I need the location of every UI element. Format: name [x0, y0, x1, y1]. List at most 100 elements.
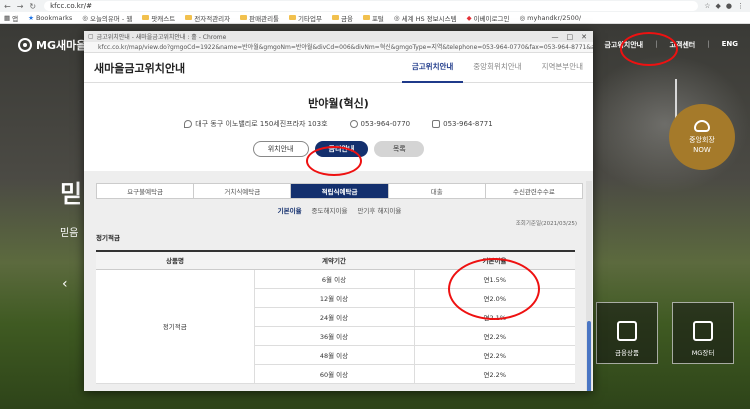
folder-icon — [185, 15, 193, 20]
nav-locations[interactable]: 금고위치안내 — [604, 40, 643, 50]
window-controls: — □ ✕ — [552, 33, 594, 41]
location-pin-icon — [184, 120, 193, 128]
close-icon[interactable]: ✕ — [581, 33, 587, 41]
mg-logo-icon — [18, 38, 32, 52]
branch-address: 대구 동구 이노밸리로 150세진프라자 103호 — [184, 119, 328, 129]
period-cell: 36월 이상 — [253, 326, 414, 346]
folder-icon — [240, 15, 248, 20]
tab-fees[interactable]: 수신관련수수료 — [486, 184, 582, 198]
period-cell: 60월 이상 — [253, 364, 414, 384]
tab-time-deposit[interactable]: 거치식예탁금 — [194, 184, 292, 198]
location-tabs: 금고위치안내 중앙회위치안내 지역본부안내 — [401, 53, 593, 83]
bookmark-item[interactable]: ◆ 이베이로그인 — [467, 13, 510, 23]
page-icon: ▢ — [88, 33, 94, 40]
bookmark-folder[interactable]: 금융 — [331, 13, 353, 23]
nav-separator: | — [707, 40, 710, 48]
tab-demand-deposit[interactable]: 요구불예탁금 — [97, 184, 195, 198]
extension-icon[interactable]: ◆ — [716, 2, 721, 10]
browser-nav: ← → ↻ — [0, 2, 36, 11]
carousel-prev-icon[interactable]: ‹ — [62, 276, 68, 292]
period-cell: 48월 이상 — [253, 345, 414, 365]
bookmark-folder[interactable]: 포털 — [362, 13, 384, 23]
phone-icon — [349, 120, 358, 128]
page-title: 새마을금고위치안내 — [94, 61, 186, 75]
nav-language[interactable]: ENG — [722, 40, 738, 50]
tab-installment-deposit[interactable]: 적립식예탁금 — [291, 184, 389, 198]
folder-icon — [362, 15, 370, 20]
minimize-icon[interactable]: — — [552, 33, 559, 41]
tab-post-maturity-rate[interactable]: 만기후 해지이율 — [357, 205, 401, 215]
branch-fax: 053-964-8771 — [432, 119, 493, 129]
rate-cell: 연1.5% — [413, 269, 575, 289]
bookmarks-bar: ▦ 앱 ★ Bookmarks ◎ 오늘의유머 - 웹 팟캐스트 전자적관리자 판매관… — [0, 12, 750, 24]
list-button[interactable]: 목록 — [374, 141, 425, 157]
section-label: 정기적금 — [96, 234, 120, 242]
bookmark-folder[interactable]: 기타업무 — [289, 13, 322, 23]
globe-icon: ◎ — [519, 13, 526, 22]
col-product: 상품명 — [96, 250, 254, 270]
globe-icon: ◎ — [82, 13, 88, 22]
bookmark-item[interactable]: ◎ 세계 HS 정보시스템 — [394, 13, 457, 23]
table-row: 정기적금 6월 이상 연1.5% — [96, 269, 575, 384]
period-cell: 12월 이상 — [253, 288, 414, 308]
tab-central-location[interactable]: 중앙회위치안내 — [463, 53, 531, 83]
branch-info: 대구 동구 이노밸리로 150세진프라자 103호 053-964-0770 0… — [84, 119, 593, 129]
rate-cell: 연2.0% — [413, 288, 575, 308]
cloud-icon — [694, 119, 710, 132]
menu-icon[interactable]: ⋮ — [737, 2, 744, 10]
star-icon[interactable]: ☆ — [704, 2, 710, 10]
rate-cell: 연2.2% — [413, 326, 575, 346]
tab-base-rate[interactable]: 기본이율 — [278, 205, 302, 215]
apps-icon: ▦ — [4, 13, 11, 22]
bookmark-item[interactable]: ★ Bookmarks — [28, 14, 72, 22]
popup-address-bar[interactable]: kfcc.co.kr/map/view.do?gmgoCd=1922&name=… — [84, 42, 593, 53]
address-bar[interactable]: kfcc.co.kr/# — [44, 1, 699, 11]
rates-panel: 요구불예탁금 거치식예탁금 적립식예탁금 대출 수신관련수수료 기본이율 중도해… — [84, 171, 593, 391]
nav-separator: | — [655, 40, 658, 48]
site-nav: 금고위치안내 | 고객센터 | ENG — [604, 40, 738, 50]
rate-cell: 연2.1% — [413, 307, 575, 327]
bookmark-item[interactable]: ◎ 오늘의유머 - 웹 — [82, 13, 132, 23]
period-cell: 6월 이상 — [253, 269, 414, 289]
browser-actions: ☆ ◆ ● ⋮ — [698, 2, 750, 10]
tab-branch-location[interactable]: 금고위치안내 — [401, 53, 464, 83]
rate-cell: 연2.2% — [413, 345, 575, 365]
folder-icon — [331, 15, 339, 20]
tile-financial-products[interactable]: 금융상품 — [596, 302, 658, 364]
period-cell: 24월 이상 — [253, 307, 414, 327]
folder-icon — [289, 15, 297, 20]
popup-window: ▢ 금고위치안내 - 새마을금고위치안내 : 홀 - Chrome — □ ✕ … — [84, 31, 593, 391]
maximize-icon[interactable]: □ — [567, 33, 574, 41]
bookmark-folder[interactable]: 판매관리툴 — [240, 13, 279, 23]
scrollbar-thumb[interactable] — [587, 321, 591, 391]
gift-icon — [617, 321, 637, 341]
product-tabs: 요구불예탁금 거치식예탁금 적립식예탁금 대출 수신관련수수료 — [96, 183, 583, 199]
location-info-button[interactable]: 위치안내 — [252, 141, 309, 157]
globe-icon: ◎ — [393, 13, 400, 22]
central-chairman-button[interactable]: 중앙회장 NOW — [669, 104, 735, 170]
bookmark-folder[interactable]: 전자적관리자 — [185, 13, 230, 23]
forward-icon[interactable]: → — [17, 2, 24, 11]
tab-loan[interactable]: 대출 — [389, 184, 486, 198]
branch-name: 반야월(혁신) — [308, 97, 369, 110]
back-icon[interactable]: ← — [4, 2, 11, 11]
bookmark-folder[interactable]: 팟캐스트 — [142, 13, 175, 23]
profile-icon[interactable]: ● — [726, 2, 732, 10]
star-icon: ★ — [28, 13, 34, 22]
tile-mg-market[interactable]: MG장터 — [672, 302, 734, 364]
rate-table: 상품명 계약기간 기본이율 정기적금 6월 이상 연1.5% 12월 이상 연2… — [96, 250, 575, 384]
product-name: 정기적금 — [96, 269, 254, 384]
folder-icon — [142, 15, 150, 20]
reload-icon[interactable]: ↻ — [29, 2, 36, 11]
bookmark-item[interactable]: ▦ 앱 — [4, 13, 18, 23]
popup-header: 새마을금고위치안내 금고위치안내 중앙회위치안내 지역본부안내 — [84, 53, 593, 83]
col-rate: 기본이율 — [414, 250, 575, 270]
hero-subtitle: 믿음 — [60, 228, 79, 239]
rate-cell: 연2.2% — [413, 364, 575, 384]
action-buttons: 위치안내 금리안내 목록 — [84, 141, 593, 157]
nav-customer-center[interactable]: 고객센터 — [669, 40, 695, 50]
tab-early-termination-rate[interactable]: 중도해지이율 — [312, 205, 348, 215]
tab-regional-office[interactable]: 지역본부안내 — [532, 53, 593, 83]
bookmark-item[interactable]: ◎ myhandkr/2500/ — [519, 14, 581, 22]
interest-info-button[interactable]: 금리안내 — [314, 141, 369, 157]
